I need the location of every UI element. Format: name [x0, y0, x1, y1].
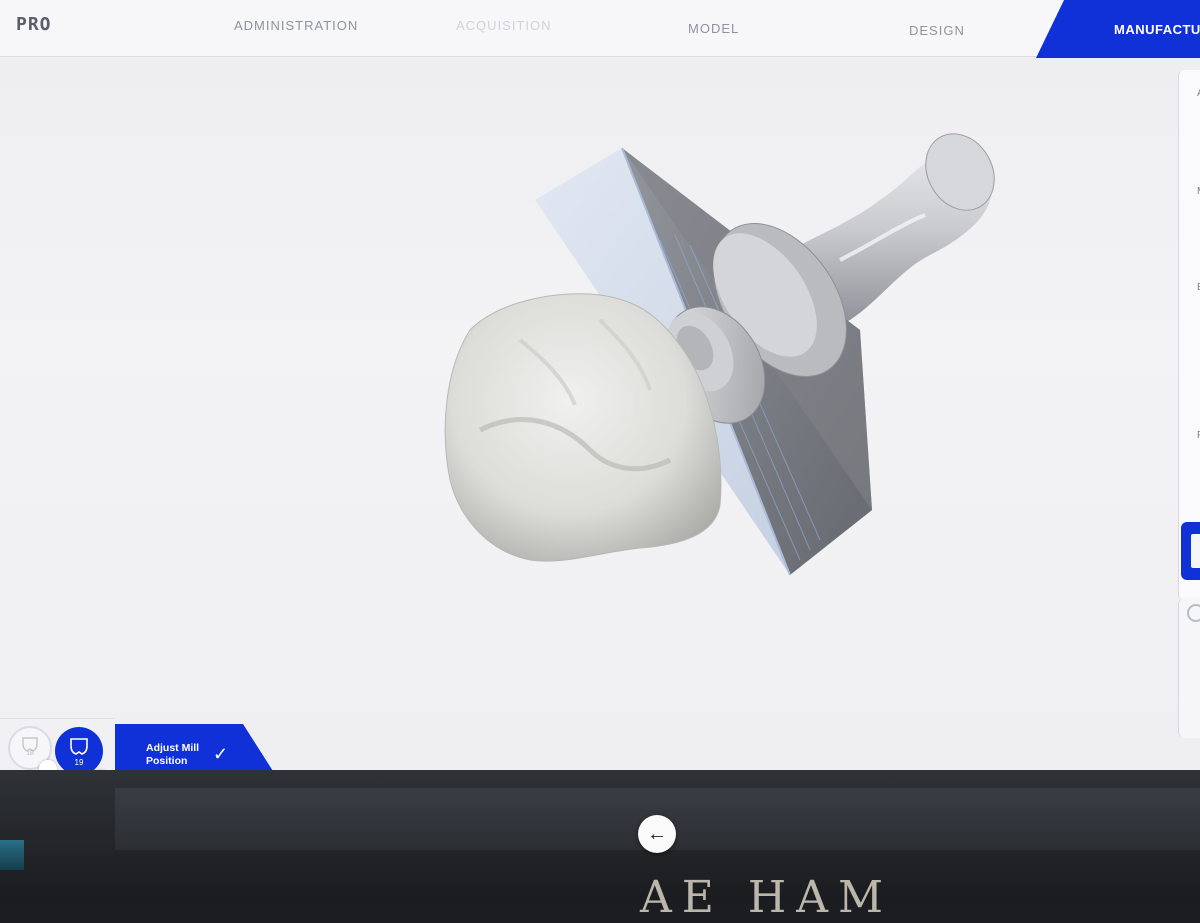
- right-view-tools[interactable]: [1178, 598, 1200, 738]
- top-navigation: PRO ADMINISTRATION ACQUISITION MODEL DES…: [0, 0, 1200, 58]
- right-tool-panel[interactable]: A M E F: [1178, 70, 1200, 600]
- nav-step-manufacturing[interactable]: MANUFACTU: [1020, 0, 1200, 58]
- desk-sign: AE HAM: [640, 872, 894, 923]
- checkmark-icon: ✓: [213, 744, 229, 764]
- active-tooth-button[interactable]: 19: [55, 727, 103, 775]
- 3d-viewport[interactable]: [0, 56, 1178, 726]
- nav-step-design[interactable]: DESIGN: [909, 23, 965, 38]
- mill-model-render[interactable]: [0, 56, 1178, 726]
- active-tooth-number: 19: [74, 758, 84, 767]
- tooth-slot-number: 18: [26, 750, 34, 757]
- nav-step-manufacturing-label: MANUFACTU: [1114, 22, 1200, 37]
- arrow-left-icon: ←: [647, 823, 667, 845]
- nav-step-acquisition[interactable]: ACQUISITION: [456, 18, 552, 33]
- nav-step-administration[interactable]: ADMINISTRATION: [234, 18, 358, 33]
- right-panel-toggle-button[interactable]: [1181, 522, 1200, 580]
- desk-object: [0, 840, 24, 870]
- application-screen: PRO ADMINISTRATION ACQUISITION MODEL DES…: [0, 0, 1200, 850]
- app-logo: PRO: [16, 14, 52, 35]
- tooth-icon: [70, 738, 88, 755]
- nav-step-model[interactable]: MODEL: [688, 21, 739, 36]
- back-button[interactable]: ←: [638, 815, 676, 853]
- settings-gear-icon[interactable]: [1187, 604, 1200, 622]
